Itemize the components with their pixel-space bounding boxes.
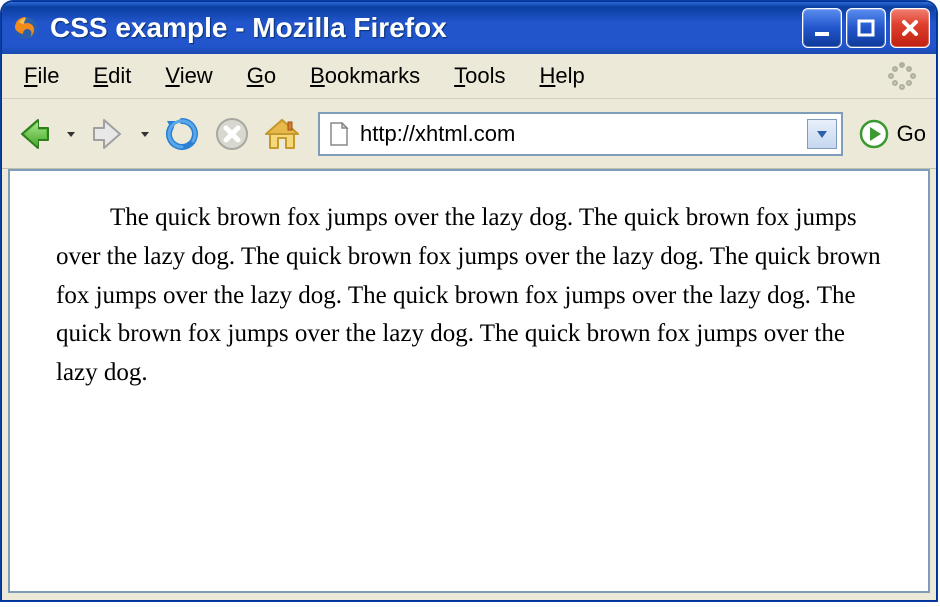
firefox-icon (12, 14, 40, 42)
menu-bookmarks[interactable]: Bookmarks (296, 59, 434, 93)
close-button[interactable] (890, 8, 930, 48)
menu-go[interactable]: Go (233, 59, 290, 93)
titlebar[interactable]: CSS example - Mozilla Firefox (2, 2, 936, 54)
minimize-button[interactable] (802, 8, 842, 48)
activity-throbber-icon (884, 58, 920, 94)
go-area: Go (857, 117, 926, 151)
forward-button[interactable] (86, 112, 130, 156)
address-bar[interactable]: http://xhtml.com (318, 112, 843, 156)
back-dropdown[interactable] (62, 112, 80, 156)
address-dropdown[interactable] (807, 119, 837, 149)
home-button[interactable] (260, 112, 304, 156)
back-button[interactable] (12, 112, 56, 156)
menu-edit[interactable]: Edit (79, 59, 145, 93)
navigation-toolbar: http://xhtml.com Go (2, 99, 936, 169)
menu-help[interactable]: Help (525, 59, 598, 93)
menu-file[interactable]: File (10, 59, 73, 93)
maximize-button[interactable] (846, 8, 886, 48)
url-text[interactable]: http://xhtml.com (360, 121, 797, 147)
forward-dropdown[interactable] (136, 112, 154, 156)
body-paragraph: The quick brown fox jumps over the lazy … (56, 199, 884, 393)
reload-button[interactable] (160, 112, 204, 156)
go-button[interactable] (857, 117, 891, 151)
page-icon (328, 121, 350, 147)
go-label: Go (897, 121, 926, 147)
menubar: File Edit View Go Bookmarks Tools Help (2, 54, 936, 99)
stop-button[interactable] (210, 112, 254, 156)
menu-tools[interactable]: Tools (440, 59, 519, 93)
menu-view[interactable]: View (151, 59, 226, 93)
browser-window: CSS example - Mozilla Firefox File Edit … (1, 1, 937, 601)
page-content: The quick brown fox jumps over the lazy … (8, 169, 930, 593)
window-title: CSS example - Mozilla Firefox (50, 12, 802, 44)
window-controls (802, 8, 930, 48)
